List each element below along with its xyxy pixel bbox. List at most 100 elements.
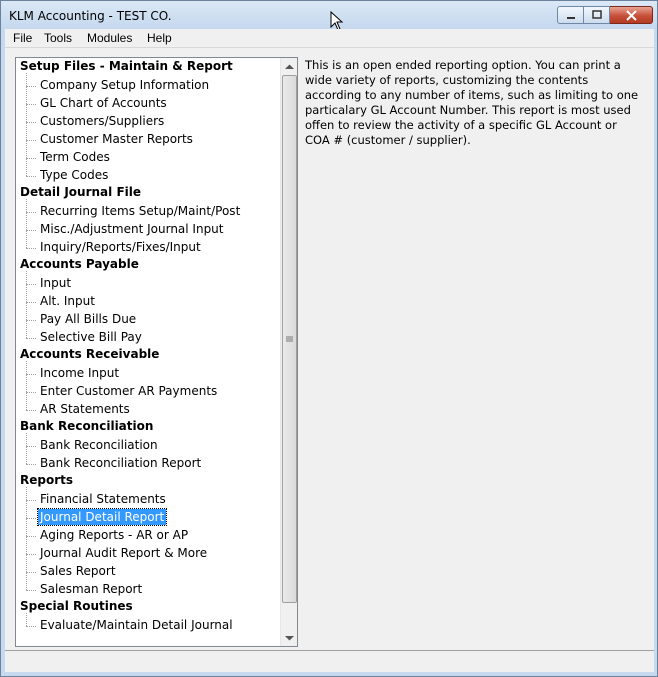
tree-connector [26, 572, 36, 573]
tree-connector [26, 626, 36, 627]
tree-connector [26, 500, 36, 501]
tree-connector [26, 140, 36, 141]
tree-item-inquiry-reports-fixes-input[interactable]: Inquiry/Reports/Fixes/Input [38, 239, 203, 257]
tree-item-sales-report[interactable]: Sales Report [38, 563, 118, 581]
tree-item-company-setup-information[interactable]: Company Setup Information [38, 77, 211, 95]
tree-connector [26, 122, 36, 123]
tree-item-label: Alt. Input [40, 294, 95, 308]
tree-connector [26, 464, 36, 465]
tree-item-bank-reconciliation-report[interactable]: Bank Reconciliation Report [38, 455, 203, 473]
tree-item-label: Customers/Suppliers [40, 114, 165, 128]
tree-item-label: Inquiry/Reports/Fixes/Input [40, 240, 201, 254]
tree-connector [26, 374, 36, 375]
tree-connector [26, 590, 36, 591]
window-title: KLM Accounting - TEST CO. [9, 9, 172, 23]
tree-item-recurring-items-setup-maint-post[interactable]: Recurring Items Setup/Maint/Post [38, 203, 242, 221]
tree-item-label: Company Setup Information [40, 78, 210, 92]
minimize-icon [566, 17, 575, 19]
tree-item-label: Evaluate/Maintain Detail Journal [40, 618, 233, 632]
menu-help[interactable]: Help [147, 31, 172, 45]
tree-category-accounts-receivable[interactable]: Accounts Receivable [20, 347, 159, 365]
tree-connector [26, 554, 36, 555]
tree-connector [26, 536, 36, 537]
tree-item-aging-reports-ar-or-ap[interactable]: Aging Reports - AR or AP [38, 527, 190, 545]
tree-content: Setup Files - Maintain & Report Company S… [16, 58, 280, 646]
tree-connector [26, 446, 36, 447]
tree-item-label: AR Statements [40, 402, 130, 416]
tree-connector [26, 104, 36, 105]
tree-category-accounts-payable[interactable]: Accounts Payable [20, 257, 139, 275]
tree-connector [26, 271, 27, 338]
tree-connector [26, 392, 36, 393]
tree-item-salesman-report[interactable]: Salesman Report [38, 581, 144, 599]
tree-item-label: Journal Detail Report [36, 508, 168, 526]
grip-icon [286, 336, 293, 341]
tree-item-label: Financial Statements [40, 492, 166, 506]
maximize-button[interactable] [584, 6, 610, 24]
tree-item-journal-detail-report[interactable]: Journal Detail Report [36, 508, 168, 527]
tree-item-label: GL Chart of Accounts [40, 96, 167, 110]
tree-connector [26, 433, 27, 464]
tree-item-label: Enter Customer AR Payments [40, 384, 218, 398]
tree-scrollbar[interactable] [280, 58, 297, 646]
tree-item-label: Bank Reconciliation Report [40, 456, 202, 470]
scroll-down-button[interactable] [281, 629, 297, 646]
tree-connector [26, 176, 36, 177]
tree-connector [26, 338, 36, 339]
tree-item-label: Type Codes [40, 168, 109, 182]
tree-category-reports[interactable]: Reports [20, 473, 73, 491]
tree-item-customer-master-reports[interactable]: Customer Master Reports [38, 131, 195, 149]
tree-connector [26, 361, 27, 410]
tree-connector [26, 86, 36, 87]
tree-item-input[interactable]: Input [38, 275, 73, 293]
scroll-up-button[interactable] [281, 58, 297, 75]
tree-connector [26, 613, 27, 626]
title-bar[interactable]: KLM Accounting - TEST CO. [1, 1, 657, 31]
tree-category-setup-files-maintain-report[interactable]: Setup Files - Maintain & Report [20, 59, 233, 77]
tree-item-journal-audit-report-more[interactable]: Journal Audit Report & More [38, 545, 209, 563]
tree-item-enter-customer-ar-payments[interactable]: Enter Customer AR Payments [38, 383, 219, 401]
tree-item-ar-statements[interactable]: AR Statements [38, 401, 132, 419]
client-area: Setup Files - Maintain & Report Company S… [5, 47, 654, 650]
menu-modules[interactable]: Modules [87, 31, 132, 45]
tree-category-detail-journal-file[interactable]: Detail Journal File [20, 185, 141, 203]
maximize-icon [591, 10, 602, 19]
tree-item-label: Bank Reconciliation [40, 438, 158, 452]
tree-connector [26, 158, 36, 159]
tree-connector [26, 302, 36, 303]
tree-item-label: Journal Audit Report & More [40, 546, 208, 560]
menu-bar: File Tools Modules Help [5, 29, 654, 47]
tree-connector [26, 410, 36, 411]
tree-item-label: Sales Report [40, 564, 116, 578]
tree-item-term-codes[interactable]: Term Codes [38, 149, 112, 167]
mouse-cursor-icon [330, 11, 344, 31]
app-window: KLM Accounting - TEST CO. File Tools Mod… [0, 0, 658, 677]
minimize-button[interactable] [557, 6, 584, 24]
tree-item-financial-statements[interactable]: Financial Statements [38, 491, 168, 509]
tree-item-income-input[interactable]: Income Input [38, 365, 121, 383]
tree-item-alt-input[interactable]: Alt. Input [38, 293, 97, 311]
tree-item-label: Misc./Adjustment Journal Input [40, 222, 224, 236]
module-tree[interactable]: Setup Files - Maintain & Report Company S… [15, 57, 298, 647]
tree-item-misc-adjustment-journal-input[interactable]: Misc./Adjustment Journal Input [38, 221, 226, 239]
scroll-thumb[interactable] [282, 75, 297, 603]
menu-tools[interactable]: Tools [44, 31, 72, 45]
tree-category-special-routines[interactable]: Special Routines [20, 599, 133, 617]
tree-item-evaluate-maintain-detail-journal[interactable]: Evaluate/Maintain Detail Journal [38, 617, 235, 635]
tree-item-label: Income Input [40, 366, 120, 380]
tree-connector [26, 284, 36, 285]
close-button[interactable] [610, 6, 653, 24]
close-icon [625, 9, 637, 21]
tree-item-customers-suppliers[interactable]: Customers/Suppliers [38, 113, 166, 131]
menu-file[interactable]: File [13, 31, 32, 45]
tree-item-selective-bill-pay[interactable]: Selective Bill Pay [38, 329, 144, 347]
tree-item-bank-reconciliation[interactable]: Bank Reconciliation [38, 437, 160, 455]
tree-item-pay-all-bills-due[interactable]: Pay All Bills Due [38, 311, 138, 329]
tree-connector [26, 73, 27, 176]
tree-item-label: Salesman Report [40, 582, 143, 596]
tree-category-bank-reconciliation[interactable]: Bank Reconciliation [20, 419, 153, 437]
tree-item-type-codes[interactable]: Type Codes [38, 167, 110, 185]
tree-item-label: Recurring Items Setup/Maint/Post [40, 204, 241, 218]
tree-item-gl-chart-of-accounts[interactable]: GL Chart of Accounts [38, 95, 169, 113]
tree-item-label: Aging Reports - AR or AP [40, 528, 189, 542]
